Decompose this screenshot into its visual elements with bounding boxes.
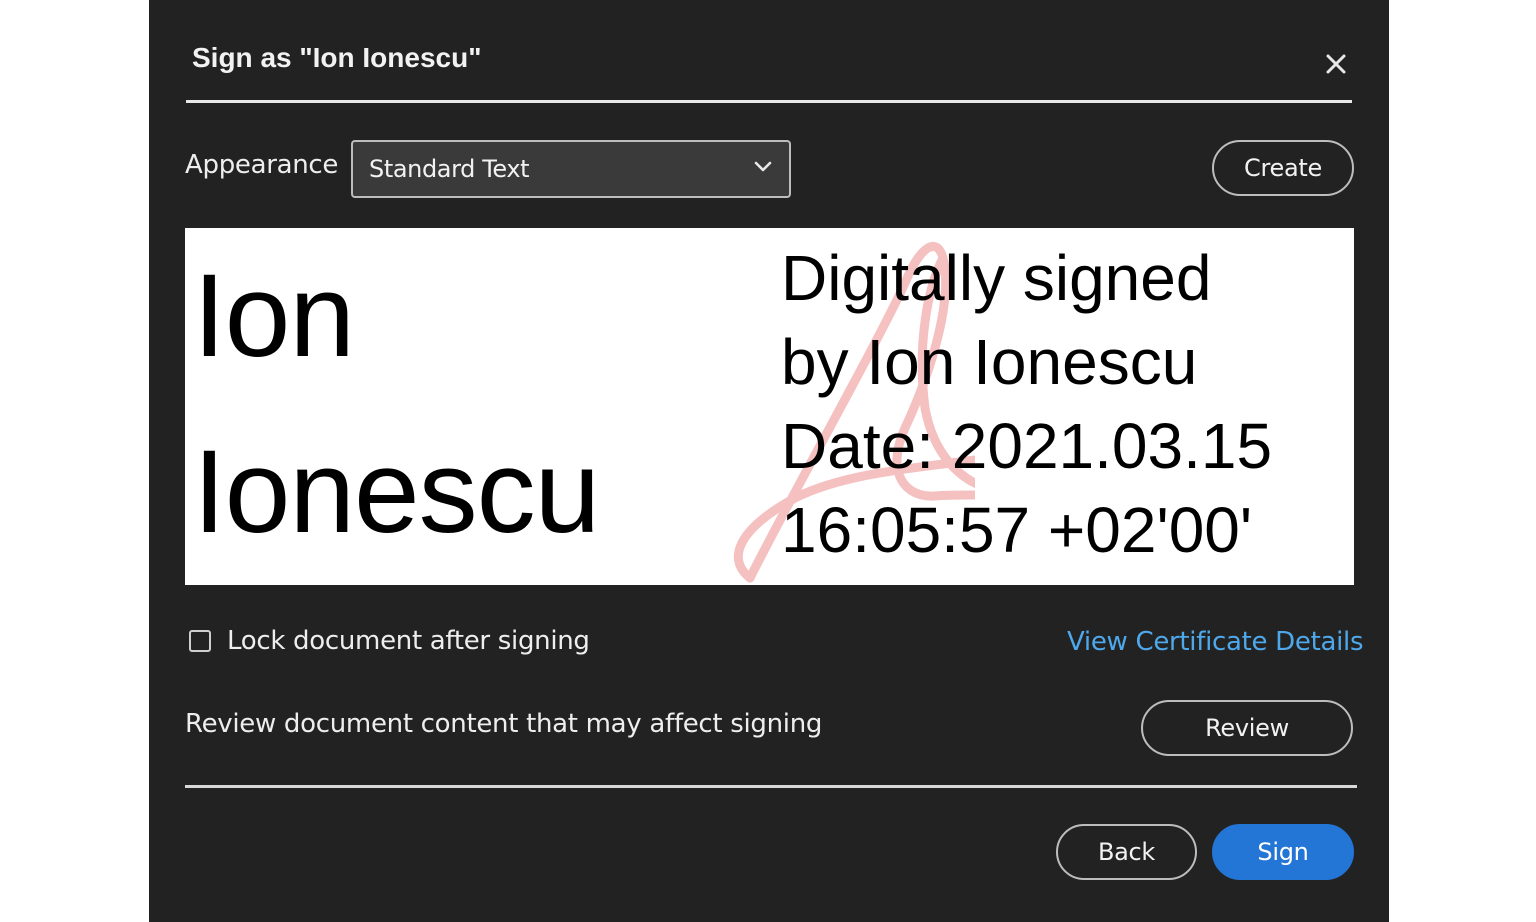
appearance-select[interactable]: Standard Text — [351, 140, 791, 198]
signature-detail-line: Digitally signed — [781, 242, 1212, 314]
signature-name-line: Ion — [193, 250, 355, 382]
signature-detail-line: by Ion Ionescu — [781, 326, 1198, 398]
sign-dialog: Sign as "Ion Ionescu" Appearance Standar… — [149, 0, 1389, 922]
review-description: Review document content that may affect … — [185, 709, 823, 739]
appearance-select-value: Standard Text — [369, 155, 530, 183]
view-certificate-details-link[interactable]: View Certificate Details — [1067, 627, 1364, 657]
signature-name: Ion Ionescu — [193, 228, 600, 580]
chevron-down-icon — [753, 160, 773, 174]
signature-details: Digitally signed by Ion Ionescu Date: 20… — [781, 236, 1272, 572]
signature-detail-line: Date: 2021.03.15 — [781, 410, 1273, 482]
lock-document-option[interactable]: Lock document after signing — [189, 626, 590, 656]
sign-button[interactable]: Sign — [1212, 824, 1354, 880]
appearance-label: Appearance — [185, 150, 339, 180]
dialog-title: Sign as "Ion Ionescu" — [192, 42, 482, 73]
lock-document-label: Lock document after signing — [227, 626, 590, 656]
title-divider — [186, 100, 1352, 103]
review-button[interactable]: Review — [1141, 700, 1353, 756]
back-button[interactable]: Back — [1056, 824, 1197, 880]
footer-divider — [185, 785, 1357, 788]
signature-detail-line: 16:05:57 +02'00' — [781, 494, 1253, 566]
create-button[interactable]: Create — [1212, 140, 1354, 196]
lock-document-checkbox[interactable] — [189, 630, 211, 652]
close-icon[interactable] — [1321, 49, 1351, 79]
signature-name-line: Ionescu — [193, 426, 600, 558]
signature-preview: Ion Ionescu Digitally signed by Ion Ione… — [185, 228, 1354, 585]
